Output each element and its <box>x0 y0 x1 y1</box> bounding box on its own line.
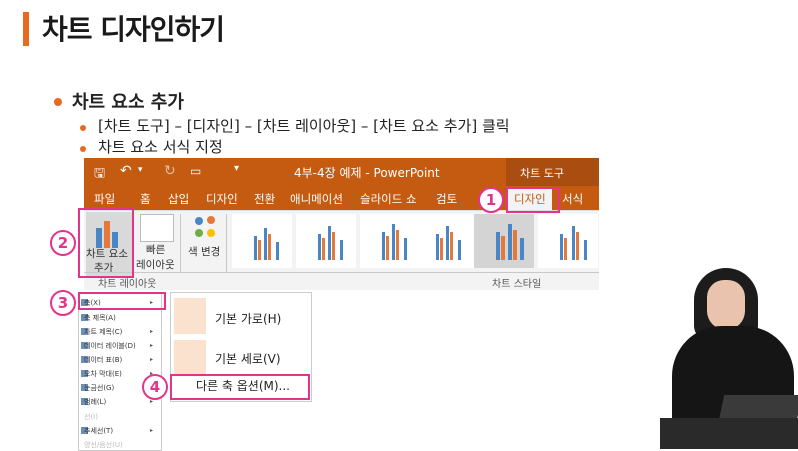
ribbon-divider <box>84 272 599 273</box>
tab-format[interactable]: 서식 <box>562 191 583 207</box>
chart-style-bars <box>254 224 587 260</box>
customize-qat-icon[interactable]: ▾ <box>234 163 239 174</box>
slide-title: 차트 디자인하기 <box>42 13 225 46</box>
menu-item-gridlines[interactable]: 눈금선(G) <box>84 383 114 393</box>
menu-item-legend[interactable]: 범례(L) <box>84 397 106 407</box>
quick-layout-label2: 레이아웃 <box>136 259 175 271</box>
horizontal-axis-icon <box>174 298 206 334</box>
window-title: 4부-4장 예제 - PowerPoint <box>294 166 440 180</box>
tab-home[interactable]: 홈 <box>140 191 151 207</box>
submenu-primary-horizontal[interactable]: 기본 가로(H) <box>215 310 281 327</box>
menu-item-axis-title[interactable]: 축 제목(A) <box>84 313 116 323</box>
step-marker: 3 <box>50 290 76 316</box>
submenu-arrow-icon: ▸ <box>150 427 154 434</box>
highlight-design-tab <box>506 187 560 213</box>
present-icon[interactable]: ▭ <box>190 164 201 178</box>
tab-animations[interactable]: 애니메이션 <box>290 191 343 207</box>
quick-layout-label: 빠른 <box>146 244 166 256</box>
submenu-arrow-icon: ▸ <box>150 356 154 363</box>
menu-item-chart-title[interactable]: 차트 제목(C) <box>84 327 122 337</box>
powerpoint-window: 🖫 ↶ ▾ ↻ ▭ ▾ 4부-4장 예제 - PowerPoint 차트 도구 … <box>84 158 599 290</box>
tab-transitions[interactable]: 전환 <box>254 191 275 207</box>
menu-item-error-bars[interactable]: 오차 막대(E) <box>84 369 122 379</box>
change-colors-label: 색 변경 <box>188 246 221 258</box>
tab-slideshow[interactable]: 슬라이드 쇼 <box>360 191 417 207</box>
submenu-arrow-icon: ▸ <box>150 328 154 335</box>
ribbon-separator <box>226 214 227 272</box>
tab-file[interactable]: 파일 <box>94 191 115 207</box>
menu-item-lines[interactable]: 선(I) <box>84 412 98 422</box>
menu-item-data-labels[interactable]: 데이터 레이블(D) <box>84 341 136 351</box>
ribbon-separator <box>180 214 181 272</box>
bullet-dot <box>80 125 86 131</box>
submenu-arrow-icon: ▸ <box>150 342 154 349</box>
menu-item-data-table[interactable]: 데이터 표(B) <box>84 355 122 365</box>
bullet-dot <box>80 146 86 152</box>
highlight-more-axis-options <box>170 374 310 400</box>
highlight-add-element <box>78 208 134 278</box>
presenter-face <box>707 280 745 330</box>
group-chart-style-label: 차트 스타일 <box>492 279 542 290</box>
tab-insert[interactable]: 삽입 <box>168 191 189 207</box>
highlight-axis-item <box>78 292 166 310</box>
tab-design-main[interactable]: 디자인 <box>206 191 238 207</box>
undo-icon[interactable]: ↶ <box>120 163 132 179</box>
undo-dropdown-icon[interactable]: ▾ <box>138 165 143 175</box>
title-accent-bar <box>23 12 29 46</box>
bullet-dot <box>54 98 62 106</box>
vertical-axis-icon <box>174 340 206 376</box>
presenter-desk <box>660 418 798 449</box>
step-marker: 4 <box>142 374 168 400</box>
quick-layout-icon[interactable] <box>140 214 174 242</box>
chart-tools-label: 차트 도구 <box>520 167 564 180</box>
tab-review[interactable]: 검토 <box>436 191 457 207</box>
menu-item-trendline[interactable]: 추세선(T) <box>84 426 113 436</box>
bullet-main: 차트 요소 추가 <box>72 92 184 113</box>
step-marker: 2 <box>50 230 76 256</box>
submenu-primary-vertical[interactable]: 기본 세로(V) <box>215 350 281 367</box>
change-colors-icon[interactable] <box>192 214 220 240</box>
bullet-sub-format: 차트 요소 서식 지정 <box>98 138 223 156</box>
save-icon[interactable]: 🖫 <box>94 164 105 186</box>
bullet-sub-path: [차트 도구] – [디자인] – [차트 레이아웃] – [차트 요소 추가]… <box>98 117 510 135</box>
step-marker: 1 <box>478 187 504 213</box>
redo-icon[interactable]: ↻ <box>164 163 176 179</box>
